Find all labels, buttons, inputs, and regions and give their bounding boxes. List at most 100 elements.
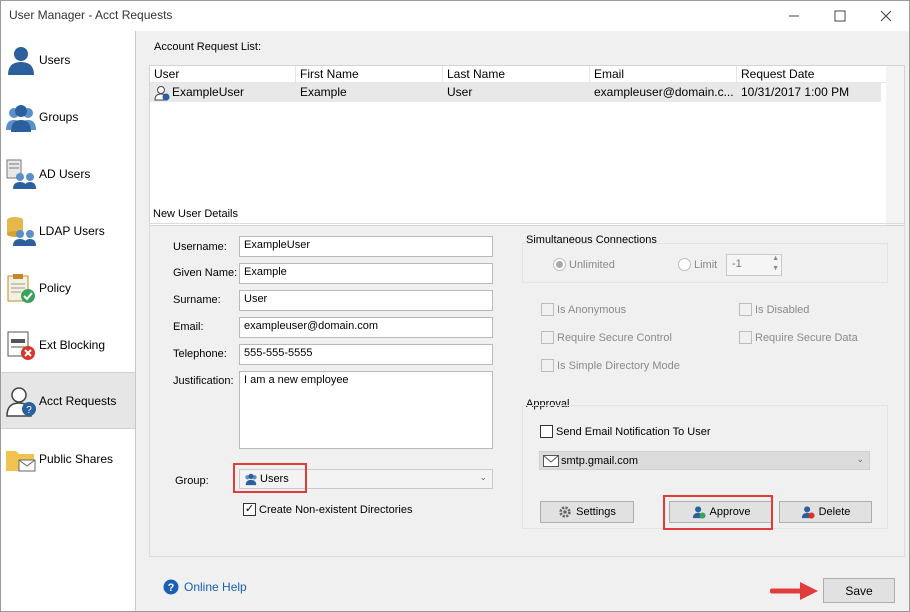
table-cell-first-name: Example <box>300 85 347 99</box>
online-help-label: Online Help <box>184 580 247 594</box>
sidebar-item-users[interactable]: Users <box>1 31 135 88</box>
checkbox-label: Is Anonymous <box>557 303 627 316</box>
online-help-link[interactable]: ? Online Help <box>163 579 247 595</box>
close-button[interactable] <box>863 1 909 31</box>
column-header-user[interactable]: User <box>150 66 296 82</box>
main-panel: Account Request List: User First Name La… <box>137 31 909 611</box>
checkbox-checked-icon: ✓ <box>243 503 256 516</box>
is-disabled-checkbox[interactable]: Is Disabled <box>739 303 809 316</box>
delete-user-icon <box>801 506 815 519</box>
sidebar-item-label: Acct Requests <box>39 393 117 408</box>
checkbox-label: Is Disabled <box>755 303 810 316</box>
radio-label: Unlimited <box>569 258 615 271</box>
sidebar-item-label: Public Shares <box>39 451 114 466</box>
sidebar-item-public-shares[interactable]: Public Shares <box>1 430 135 487</box>
justification-label: Justification: <box>173 375 234 387</box>
spin-up-icon[interactable]: ▲ <box>772 255 779 262</box>
unlimited-radio[interactable]: Unlimited <box>553 258 615 271</box>
table-row[interactable]: ExampleUser Example User exampleuser@dom… <box>150 83 881 102</box>
email-field[interactable]: exampleuser@domain.com <box>239 317 493 338</box>
require-secure-data-checkbox[interactable]: Require Secure Data <box>739 331 858 344</box>
minimize-icon <box>789 15 799 17</box>
simple-directory-mode-checkbox[interactable]: Is Simple Directory Mode <box>541 359 680 372</box>
help-icon: ? <box>163 579 179 595</box>
username-field[interactable]: ExampleUser <box>239 236 493 257</box>
delete-button[interactable]: Delete <box>779 501 872 523</box>
button-label: Save <box>845 583 873 598</box>
window-title: User Manager - Acct Requests <box>9 8 173 22</box>
create-dirs-checkbox[interactable]: ✓ Create Non-existent Directories <box>243 503 412 516</box>
limit-spinner[interactable]: -1 ▲ ▼ <box>726 254 782 276</box>
checkbox-unchecked-icon <box>541 359 554 372</box>
sidebar: Users Groups AD Users LDAP Users Policy … <box>1 31 136 611</box>
column-header-first-name[interactable]: First Name <box>296 66 443 82</box>
checkbox-label: Create Non-existent Directories <box>259 503 413 516</box>
radio-label: Limit <box>694 258 718 271</box>
sidebar-item-policy[interactable]: Policy <box>1 259 135 316</box>
user-icon <box>8 46 34 75</box>
request-list[interactable]: User First Name Last Name Email Request … <box>149 65 905 226</box>
request-list-label: Account Request List: <box>154 41 262 53</box>
chevron-down-icon: ⌄ <box>856 454 864 464</box>
limit-radio[interactable]: Limit <box>678 258 717 271</box>
list-scrollbar[interactable] <box>886 66 904 225</box>
sidebar-item-label: Policy <box>39 280 72 295</box>
sidebar-item-ext-blocking[interactable]: Ext Blocking <box>1 316 135 373</box>
ext-blocking-icon <box>7 331 35 360</box>
new-user-details-label: New User Details <box>153 208 238 220</box>
close-icon <box>880 10 892 22</box>
sidebar-item-label: Ext Blocking <box>39 337 106 352</box>
sidebar-item-ad-users[interactable]: AD Users <box>1 145 135 202</box>
policy-icon <box>7 273 35 303</box>
table-cell-last-name: User <box>447 85 473 99</box>
group-label: Group: <box>175 475 209 487</box>
column-header-request-date[interactable]: Request Date <box>737 66 881 82</box>
gear-icon <box>559 506 571 518</box>
ad-users-icon <box>6 159 36 189</box>
approve-highlight <box>663 495 773 530</box>
require-secure-control-checkbox[interactable]: Require Secure Control <box>541 331 672 344</box>
chevron-down-icon: ⌄ <box>479 472 487 482</box>
checkbox-unchecked-icon <box>541 303 554 316</box>
button-label: Settings <box>576 506 616 518</box>
minimize-button[interactable] <box>771 1 817 31</box>
table-cell-user: ExampleUser <box>150 83 296 102</box>
surname-field[interactable]: User <box>239 290 493 311</box>
telephone-label: Telephone: <box>173 348 227 360</box>
checkbox-label: Require Secure Control <box>557 331 672 344</box>
title-bar: User Manager - Acct Requests <box>1 1 909 31</box>
column-header-email[interactable]: Email <box>590 66 737 82</box>
is-anonymous-checkbox[interactable]: Is Anonymous <box>541 303 626 316</box>
user-request-icon <box>154 85 170 100</box>
email-icon <box>543 454 559 467</box>
column-header-last-name[interactable]: Last Name <box>443 66 590 82</box>
group-highlight <box>233 463 307 493</box>
user-manager-window: User Manager - Acct Requests Users Group… <box>0 0 910 612</box>
group-icon <box>6 104 36 132</box>
settings-button[interactable]: Settings <box>540 501 634 523</box>
surname-label: Surname: <box>173 294 221 306</box>
justification-field[interactable]: I am a new employee <box>239 371 493 449</box>
ldap-users-icon <box>7 216 36 246</box>
checkbox-label: Send Email Notification To User <box>556 425 711 438</box>
list-header: User First Name Last Name Email Request … <box>150 66 904 83</box>
radio-unselected-icon <box>678 258 691 271</box>
sidebar-item-ldap-users[interactable]: LDAP Users <box>1 202 135 259</box>
checkbox-unchecked-icon <box>540 425 553 438</box>
given-name-field[interactable]: Example <box>239 263 493 284</box>
button-label: Delete <box>818 506 851 518</box>
send-email-checkbox[interactable]: Send Email Notification To User <box>540 425 710 438</box>
checkbox-unchecked-icon <box>739 303 752 316</box>
checkbox-unchecked-icon <box>739 331 752 344</box>
maximize-button[interactable] <box>817 1 863 31</box>
sidebar-item-acct-requests[interactable]: ? Acct Requests <box>1 372 135 429</box>
checkbox-unchecked-icon <box>541 331 554 344</box>
spin-down-icon[interactable]: ▼ <box>772 265 779 272</box>
sidebar-item-groups[interactable]: Groups <box>1 88 135 145</box>
telephone-field[interactable]: 555-555-5555 <box>239 344 493 365</box>
smtp-select[interactable]: smtp.gmail.com ⌄ <box>539 451 870 470</box>
username-label: Username: <box>173 241 227 253</box>
checkbox-label: Require Secure Data <box>755 331 858 344</box>
save-button[interactable]: Save <box>823 578 895 603</box>
sidebar-item-label: AD Users <box>39 166 91 181</box>
